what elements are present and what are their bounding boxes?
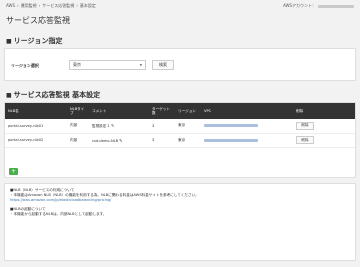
nlb-launch-text: ・本機能から起動するNLBは、内部NLBとして起動します。 <box>10 212 107 216</box>
col-region: リージョン <box>178 109 196 113</box>
col-vpc: VPC <box>204 109 212 113</box>
pencil-icon[interactable]: ✎ <box>111 123 114 128</box>
square-bullet-icon: ■ <box>6 38 12 45</box>
nlb-vpc <box>201 133 293 147</box>
breadcrumb-service[interactable]: サービス応答監視 <box>42 3 74 9</box>
table-row: portal-survey-nlb01 内部 監視設定１✎ 3 東京 削除 <box>5 119 355 133</box>
top-bar: AWS › 運用監視 › サービス応答監視 › 基本設定 AWSアカウント： <box>0 0 360 12</box>
info-card: ■NLB（NLB）サービスの利用について ・本機能はAmazon NLB（NLB… <box>4 183 356 261</box>
col-nlb-name: NLB名 <box>8 109 19 113</box>
delete-cell: 削除 <box>293 133 355 147</box>
breadcrumb-aws[interactable]: AWS <box>6 3 15 9</box>
nlb-name: portal-survey-nlb01 <box>8 123 44 128</box>
region-card: リージョン選択 東京 ▼ 検索 <box>4 48 356 81</box>
account-label: AWSアカウント： <box>282 3 316 8</box>
page-title: サービス応答監視 <box>6 16 70 25</box>
nlb-region: 東京 <box>178 123 186 128</box>
pencil-icon[interactable]: ✎ <box>119 138 122 143</box>
vpc-link-redacted[interactable] <box>204 124 258 128</box>
nlb-type: 内部 <box>70 137 78 142</box>
search-button[interactable]: 検索 <box>152 60 174 70</box>
nlb-table: NLB名 NLBタイプ コメント ターゲット数 リージョン VPC 削除 por… <box>5 103 355 148</box>
col-targets: ターゲット数 <box>152 107 170 115</box>
breadcrumb-current: 基本設定 <box>79 3 96 8</box>
target-count: 3 <box>152 138 155 142</box>
col-comment: コメント <box>92 109 107 113</box>
chevron-down-icon: ▼ <box>139 63 142 67</box>
region-select-value: 東京 <box>73 62 81 67</box>
region-section-title: ■ リージョン指定 <box>6 37 63 45</box>
account-id-redacted <box>318 4 354 8</box>
settings-section-title: ■ サービス応答監視 基本設定 <box>6 91 101 99</box>
region-select[interactable]: 東京 ▼ <box>69 60 146 70</box>
nlb-comment: 監視設定１✎ <box>92 122 115 128</box>
add-nlb-button[interactable]: + <box>9 168 18 175</box>
nlb-name: portal-survey-nlb02 <box>8 138 44 142</box>
breadcrumb-ops[interactable]: 運用監視 <box>21 3 37 9</box>
nlb-type: 内部 <box>70 123 78 128</box>
delete-button[interactable]: 削除 <box>296 121 314 130</box>
breadcrumb-separator: › <box>38 3 41 8</box>
col-nlb-type: NLBタイプ <box>70 107 85 115</box>
breadcrumb-separator: › <box>17 3 19 8</box>
delete-button[interactable]: 削除 <box>296 136 314 144</box>
table-header-row: NLB名 NLBタイプ コメント ターゲット数 リージョン VPC 削除 <box>5 103 355 119</box>
nlb-comment: csd-demo-NLB✎ <box>92 137 123 143</box>
target-count: 3 <box>152 123 155 128</box>
account-info: AWSアカウント： <box>283 3 354 9</box>
breadcrumb: AWS › 運用監視 › サービス応答監視 › 基本設定 <box>6 3 96 9</box>
nlb-vpc <box>201 119 293 133</box>
settings-card: NLB名 NLBタイプ コメント ターゲット数 リージョン VPC 削除 por… <box>4 102 356 178</box>
delete-cell: 削除 <box>293 119 355 133</box>
vpc-link-redacted[interactable] <box>204 138 258 142</box>
square-bullet-icon: ■ <box>6 92 12 99</box>
table-row: portal-survey-nlb02 内部 csd-demo-NLB✎ 3 東… <box>5 133 355 147</box>
col-delete: 削除 <box>296 109 304 113</box>
region-select-label: リージョン選択 <box>11 63 39 68</box>
nlb-region: 東京 <box>178 137 186 142</box>
breadcrumb-separator: › <box>76 3 78 8</box>
